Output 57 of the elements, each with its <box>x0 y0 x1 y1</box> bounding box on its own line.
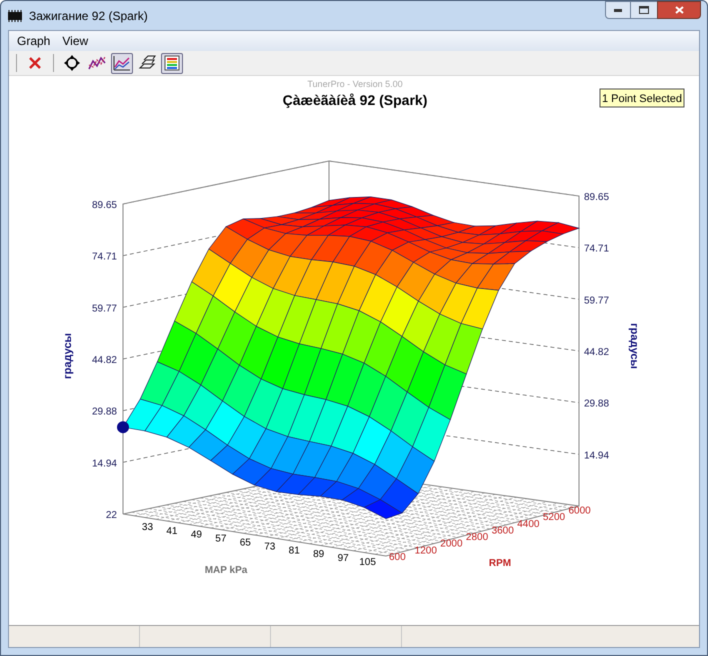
close-button[interactable] <box>657 1 701 19</box>
rpm-tick-label: 600 <box>389 552 406 563</box>
z-tick-label: 89.65 <box>92 200 117 211</box>
map-tick-label: 57 <box>215 534 226 545</box>
map-tick-label: 49 <box>190 530 202 541</box>
z-tick-label: 44.82 <box>584 347 610 358</box>
z-tick-label: 59.77 <box>584 295 610 306</box>
surface-graph-icon <box>113 55 131 71</box>
z-tick-label: 59.77 <box>92 303 117 314</box>
chart-title: Çàæèãàíèå 92 (Spark) <box>282 92 428 108</box>
map-tick-label: 41 <box>166 526 178 537</box>
layers-icon <box>138 55 156 71</box>
chip-icon <box>7 10 23 22</box>
rpm-tick-label: 6000 <box>568 506 591 516</box>
map-tick-label: 97 <box>338 553 349 564</box>
z-tick-label: 14.94 <box>92 458 117 470</box>
color-bars-icon <box>164 55 180 71</box>
map-tick-label: 81 <box>288 545 300 556</box>
version-watermark: TunerPro - Version 5.00 <box>307 79 403 89</box>
toolbar-button[interactable] <box>111 52 133 74</box>
rpm-axis-title: RPM <box>488 558 512 569</box>
map-tick-label: 89 <box>313 549 324 560</box>
toolbar-button[interactable] <box>161 52 183 74</box>
window-title: Зажигание 92 (Spark) <box>29 8 148 24</box>
maximize-icon <box>639 6 649 14</box>
z-tick-label: 29.88 <box>92 406 117 418</box>
map-tick-label: 65 <box>240 538 251 549</box>
menu-item[interactable]: View <box>56 32 94 50</box>
rpm-tick-label: 2800 <box>466 532 488 544</box>
z-tick-label: 89.65 <box>584 192 610 203</box>
z-tick-label: 29.88 <box>584 398 610 410</box>
z-tick-label: 44.82 <box>92 355 117 366</box>
line-graph-icon <box>88 55 106 71</box>
selected-point-marker[interactable] <box>117 421 129 434</box>
rpm-tick-label: 2000 <box>440 538 463 550</box>
z-tick-label: 14.94 <box>584 450 610 462</box>
close-icon <box>674 6 684 14</box>
minimize-icon <box>614 8 622 12</box>
map-tick-label: 105 <box>359 557 376 568</box>
z-tick-label: 74.71 <box>92 252 117 263</box>
maximize-button[interactable] <box>631 1 657 19</box>
rpm-tick-label: 1200 <box>414 545 437 556</box>
minimize-button[interactable] <box>605 1 631 19</box>
close-icon <box>28 56 42 70</box>
z-axis-title: градусы <box>628 323 640 369</box>
map-tick-label: 33 <box>142 522 154 533</box>
rpm-tick-label: 5200 <box>542 512 566 524</box>
z-tick-label: 22 <box>106 510 117 521</box>
rpm-tick-label: 4400 <box>517 518 540 530</box>
map-tick-label: 73 <box>264 541 276 552</box>
z-axis-title: градусы <box>62 333 74 379</box>
rpm-tick-label: 3600 <box>492 525 514 536</box>
crosshair-icon <box>64 55 80 71</box>
menu-item[interactable]: Graph <box>11 32 56 50</box>
z-tick-label: 74.71 <box>584 244 610 255</box>
map-axis-title: MAP kPa <box>204 565 248 576</box>
selection-status-badge: 1 Point Selected <box>600 88 684 108</box>
